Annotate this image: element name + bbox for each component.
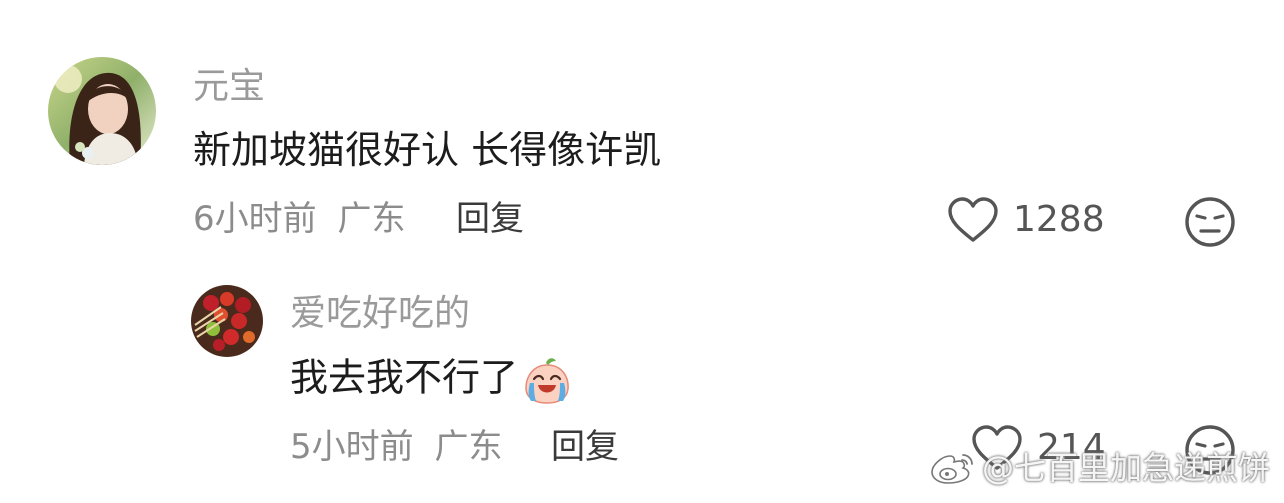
avatar[interactable] [48, 57, 156, 165]
heart-icon [948, 197, 998, 242]
reply-username[interactable]: 爱吃好吃的 [290, 294, 470, 334]
like-count: 1288 [1013, 199, 1105, 240]
comment-time: 6小时前 [193, 199, 317, 239]
reply-text: 我去我不行了 [290, 355, 572, 405]
reply-location: 广东 [434, 427, 503, 467]
like-button[interactable]: 1288 [947, 196, 1105, 244]
comment-thread: 元宝 新加坡猫很好认 长得像许凯 6小时前 广东 回复 1288 爱吃好吃的 我… [0, 0, 1284, 503]
comment-location: 广东 [337, 199, 406, 239]
comment-text: 新加坡猫很好认 长得像许凯 [193, 128, 662, 172]
reply-button[interactable]: 回复 [551, 427, 619, 467]
watermark-text: @七百里加急递煎饼 [981, 449, 1270, 487]
watermark: @七百里加急递煎饼 [930, 448, 1270, 488]
avatar[interactable] [191, 285, 263, 357]
reply-time: 5小时前 [290, 427, 414, 467]
avatar-photo-candied-fruit [191, 285, 263, 357]
reply-text-content: 我去我不行了 [290, 355, 519, 400]
avatar-photo-woman [48, 57, 156, 165]
crying-laughing-peach-emoji-icon [525, 358, 569, 404]
dislike-button[interactable] [1184, 196, 1236, 252]
unamused-face-icon [1185, 197, 1235, 247]
comment-username[interactable]: 元宝 [193, 67, 265, 107]
reply-meta: 5小时前 广东 [290, 427, 502, 467]
reply-button[interactable]: 回复 [456, 199, 524, 239]
comment-meta: 6小时前 广东 [193, 199, 405, 239]
weibo-logo-icon [931, 454, 973, 484]
